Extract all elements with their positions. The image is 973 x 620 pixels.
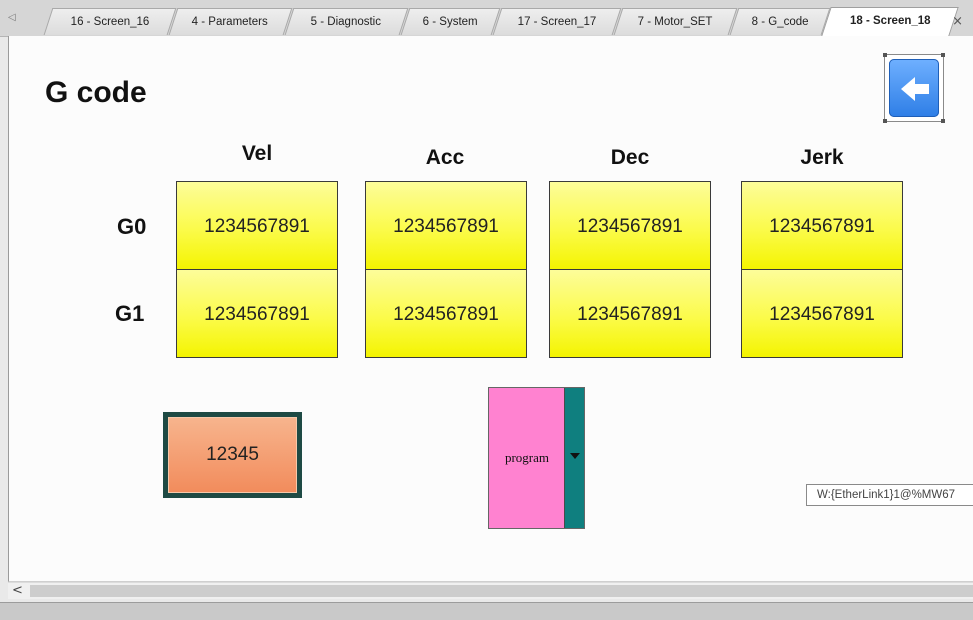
- chevron-down-icon: [570, 453, 580, 459]
- column-header-jerk: Jerk: [800, 146, 844, 169]
- tab-label: 8 - G_code: [751, 16, 809, 28]
- tab-label: 5 - Diagnostic: [311, 16, 382, 28]
- row-header-g1: G1: [115, 301, 145, 326]
- variable-tooltip: W:{EtherLink1}1@%MW67: [806, 484, 973, 506]
- g1-vel-field[interactable]: 1234567891: [176, 269, 338, 358]
- tab-label: 18 - Screen_18: [849, 15, 931, 27]
- row-header-g0: G0: [117, 214, 147, 239]
- back-button[interactable]: [883, 53, 945, 123]
- g1-acc-field[interactable]: 1234567891: [365, 269, 527, 358]
- tab-parameters[interactable]: 4 - Parameters: [168, 8, 293, 35]
- g1-jerk-field[interactable]: 1234567891: [741, 269, 903, 358]
- back-arrow-icon: [901, 77, 929, 101]
- numeric-field[interactable]: 12345: [163, 412, 302, 498]
- tab-label: 17 - Screen_17: [517, 16, 596, 28]
- column-header-vel: Vel: [241, 142, 273, 165]
- tab-bar: ◁ 16 - Screen_16 4 - Parameters 5 - Diag…: [0, 0, 973, 37]
- resize-handle: [941, 119, 945, 123]
- tab-system[interactable]: 6 - System: [400, 8, 501, 35]
- scrollbar-thumb[interactable]: [30, 585, 973, 597]
- tab-label: 6 - System: [422, 16, 478, 28]
- resize-handle: [883, 119, 887, 123]
- tab-screen-16[interactable]: 16 - Screen_16: [43, 8, 177, 35]
- tab-scroll-left-icon[interactable]: ◁: [8, 12, 16, 23]
- program-select-value: program: [504, 450, 550, 465]
- tab-screen-17[interactable]: 17 - Screen_17: [492, 8, 622, 35]
- screen-canvas: G code Vel Acc Dec Jerk G0 G1 1234567891…: [8, 36, 973, 582]
- g0-dec-field[interactable]: 1234567891: [549, 181, 711, 270]
- back-button-face: [889, 59, 939, 117]
- tab-label: 7 - Motor_SET: [637, 16, 713, 28]
- tab-motor-set[interactable]: 7 - Motor_SET: [613, 8, 738, 35]
- tab-screen-18[interactable]: 18 - Screen_18: [821, 7, 959, 36]
- dropdown-button[interactable]: [564, 388, 584, 528]
- program-select[interactable]: program: [488, 387, 585, 529]
- tab-label: 4 - Parameters: [192, 16, 269, 28]
- g1-dec-field[interactable]: 1234567891: [549, 269, 711, 358]
- tab-label: 16 - Screen_16: [70, 16, 149, 28]
- g0-jerk-field[interactable]: 1234567891: [741, 181, 903, 270]
- g0-vel-field[interactable]: 1234567891: [176, 181, 338, 270]
- scroll-left-arrow-icon[interactable]: <: [12, 583, 23, 599]
- close-icon[interactable]: ×: [952, 14, 963, 29]
- status-strip: [0, 602, 973, 620]
- g0-acc-field[interactable]: 1234567891: [365, 181, 527, 270]
- horizontal-scrollbar[interactable]: <: [8, 582, 973, 599]
- resize-handle: [883, 53, 887, 57]
- tab-diagnostic[interactable]: 5 - Diagnostic: [284, 8, 409, 35]
- tab-g-code[interactable]: 8 - G_code: [729, 8, 831, 35]
- column-header-dec: Dec: [610, 146, 650, 169]
- column-header-acc: Acc: [425, 146, 465, 169]
- numeric-field-value: 12345: [168, 417, 297, 493]
- page-title: G code: [45, 76, 147, 109]
- resize-handle: [941, 53, 945, 57]
